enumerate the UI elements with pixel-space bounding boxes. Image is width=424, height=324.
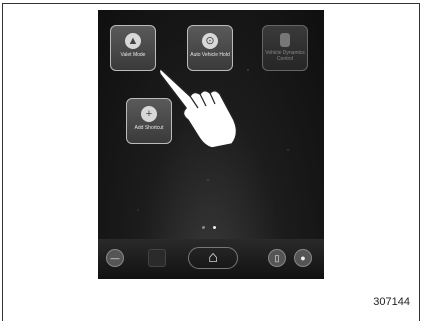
car-person-icon: ▲ [125,33,141,49]
pointing-hand-icon [160,68,238,149]
tile-vehicle-dynamics-control[interactable]: Vehicle Dynamics Control [262,25,308,71]
page-dot-active [213,226,216,229]
page-indicator [202,226,216,229]
tile-label: Valet Mode [120,52,146,58]
tile-label: Auto Vehicle Hold [190,52,230,58]
tile-valet-mode[interactable]: ▲ Valet Mode [110,25,156,71]
tile-label: Vehicle Dynamics Control [265,50,305,62]
back-icon[interactable]: — [106,249,124,267]
vehicle-hold-icon: ⊙ [202,33,218,49]
figure-number: 307144 [373,296,410,308]
bottom-bar: — ⌂ ▯ ● [98,239,324,279]
page-dot [202,226,205,229]
blank-key[interactable] [148,249,166,267]
plus-icon: + [141,106,157,122]
vdc-icon [280,33,290,47]
phone-icon[interactable]: ▯ [268,249,286,267]
home-button[interactable]: ⌂ [188,247,238,269]
profile-icon[interactable]: ● [294,249,312,267]
tile-auto-vehicle-hold[interactable]: ⊙ Auto Vehicle Hold [187,25,233,71]
home-icon: ⌂ [208,249,218,266]
